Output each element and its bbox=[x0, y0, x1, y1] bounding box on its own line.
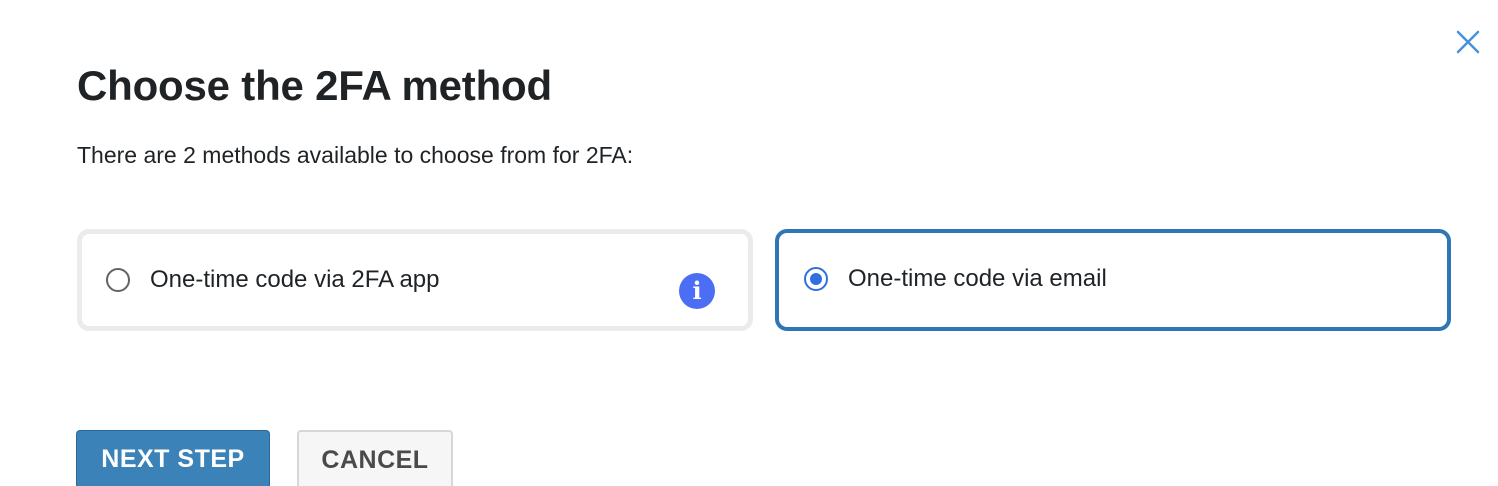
radio-email[interactable] bbox=[804, 267, 828, 291]
close-button[interactable] bbox=[1452, 26, 1484, 58]
option-2fa-app-label: One-time code via 2FA app bbox=[150, 266, 440, 293]
choose-2fa-dialog: Choose the 2FA method There are 2 method… bbox=[0, 0, 1498, 486]
next-step-button[interactable]: NEXT STEP bbox=[76, 430, 270, 486]
info-icon[interactable]: i bbox=[679, 273, 715, 309]
option-2fa-app[interactable]: One-time code via 2FA app i bbox=[77, 229, 753, 331]
radio-2fa-app[interactable] bbox=[106, 268, 130, 292]
option-email[interactable]: One-time code via email bbox=[775, 229, 1451, 331]
close-icon bbox=[1456, 30, 1480, 54]
cancel-button[interactable]: CANCEL bbox=[297, 430, 453, 486]
option-email-label: One-time code via email bbox=[848, 265, 1107, 292]
dialog-subtitle: There are 2 methods available to choose … bbox=[77, 142, 634, 168]
dialog-title: Choose the 2FA method bbox=[77, 62, 552, 109]
